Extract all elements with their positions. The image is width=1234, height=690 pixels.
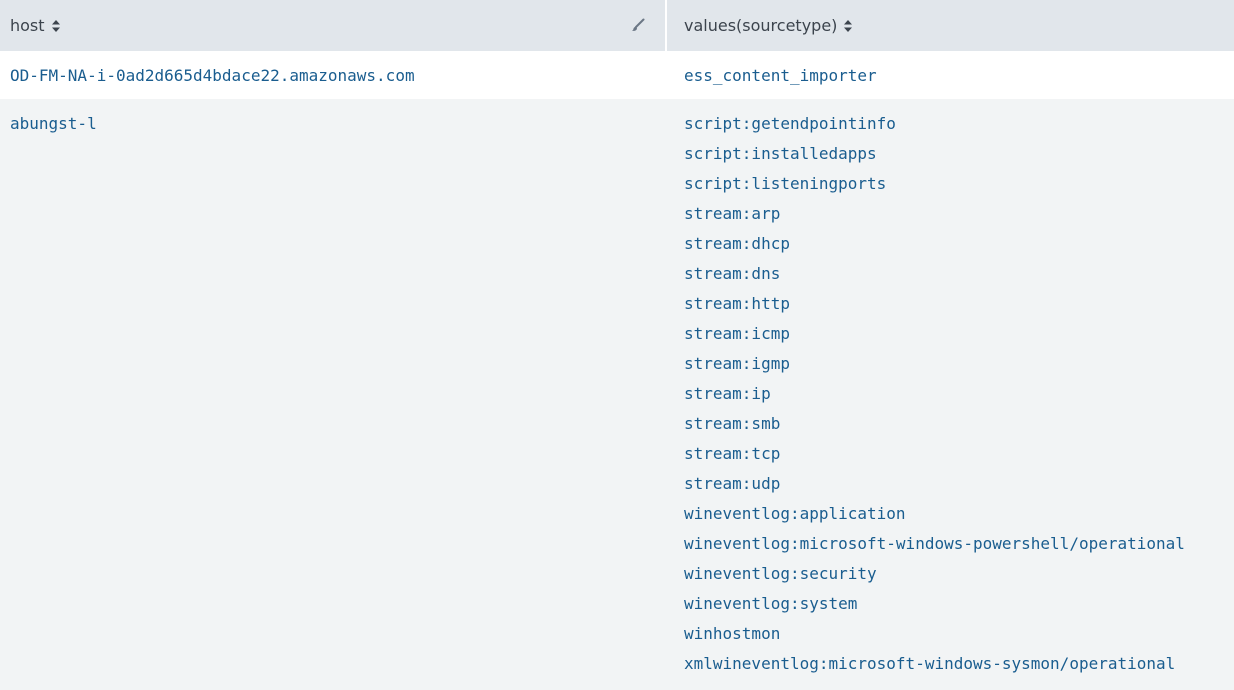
sourcetype-value[interactable]: stream:smb — [684, 409, 1185, 439]
sourcetype-value[interactable]: wineventlog:system — [684, 589, 1185, 619]
sourcetype-value[interactable]: wineventlog:application — [684, 499, 1185, 529]
sourcetype-value[interactable]: ess_content_importer — [684, 61, 877, 91]
sort-icon[interactable] — [51, 19, 61, 33]
sourcetype-value[interactable]: stream:udp — [684, 469, 1185, 499]
sourcetype-value[interactable]: stream:arp — [684, 199, 1185, 229]
sourcetype-value[interactable]: stream:ip — [684, 379, 1185, 409]
sourcetype-value[interactable]: wineventlog:microsoft-windows-powershell… — [684, 529, 1185, 559]
host-column-header[interactable]: host — [0, 0, 665, 51]
sort-icon[interactable] — [843, 19, 853, 33]
values-column-header[interactable]: values(sourcetype) — [667, 0, 1234, 51]
table-row: OD-FM-NA-i-0ad2d665d4bdace22.amazonaws.c… — [0, 52, 1234, 99]
results-table: host values(sourcetype) OD-FM-NA-i-0ad2d… — [0, 0, 1234, 690]
sourcetype-value[interactable]: stream:dns — [684, 259, 1185, 289]
values-cell: ess_content_importer — [684, 61, 877, 91]
host-header-label: host — [10, 16, 45, 35]
sourcetype-value[interactable]: script:installedapps — [684, 139, 1185, 169]
brush-icon[interactable] — [630, 17, 646, 33]
sourcetype-value[interactable]: stream:icmp — [684, 319, 1185, 349]
sourcetype-value[interactable]: xmlwineventlog:microsoft-windows-sysmon/… — [684, 649, 1185, 679]
table-header: host values(sourcetype) — [0, 0, 1234, 52]
host-cell[interactable]: abungst-l — [10, 109, 97, 139]
sourcetype-value[interactable]: stream:tcp — [684, 439, 1185, 469]
sourcetype-value[interactable]: stream:http — [684, 289, 1185, 319]
sourcetype-value[interactable]: stream:igmp — [684, 349, 1185, 379]
host-cell[interactable]: OD-FM-NA-i-0ad2d665d4bdace22.amazonaws.c… — [10, 61, 415, 91]
sourcetype-value[interactable]: wineventlog:security — [684, 559, 1185, 589]
sourcetype-value[interactable]: stream:dhcp — [684, 229, 1185, 259]
values-cell: script:getendpointinfo script:installeda… — [684, 109, 1185, 679]
table-row: abungst-l script:getendpointinfo script:… — [0, 99, 1234, 690]
sourcetype-value[interactable]: script:listeningports — [684, 169, 1185, 199]
sourcetype-value[interactable]: script:getendpointinfo — [684, 109, 1185, 139]
values-header-label: values(sourcetype) — [684, 16, 838, 35]
sourcetype-value[interactable]: winhostmon — [684, 619, 1185, 649]
